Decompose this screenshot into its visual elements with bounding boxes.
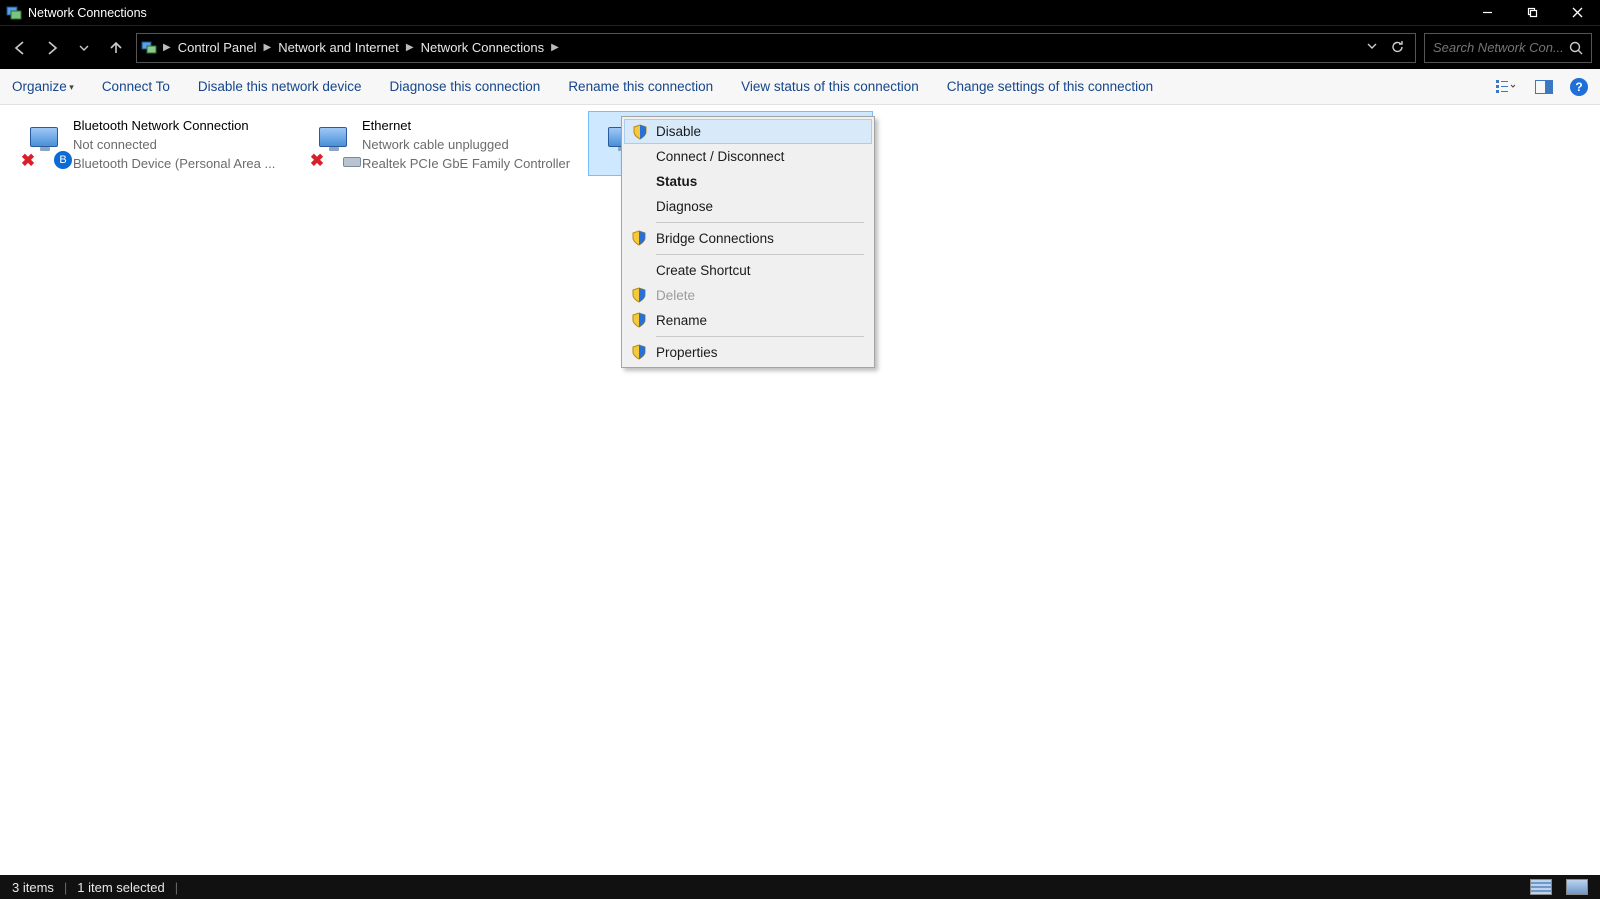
menu-rename[interactable]: Rename <box>624 308 872 333</box>
menu-separator <box>656 336 864 337</box>
change-settings-button[interactable]: Change settings of this connection <box>947 79 1153 94</box>
breadcrumb-sep: ▶ <box>404 42 416 53</box>
menu-label: Create Shortcut <box>656 263 751 278</box>
address-dropdown-button[interactable] <box>1366 40 1378 55</box>
menu-label: Bridge Connections <box>656 231 774 246</box>
bluetooth-overlay-icon: B <box>54 151 72 169</box>
menu-properties[interactable]: Properties <box>624 340 872 365</box>
location-icon <box>141 39 159 57</box>
address-bar[interactable]: ▶ Control Panel ▶ Network and Internet ▶… <box>136 33 1416 63</box>
menu-label: Disable <box>656 124 701 139</box>
menu-diagnose[interactable]: Diagnose <box>624 194 872 219</box>
view-status-button[interactable]: View status of this connection <box>741 79 919 94</box>
statusbar: 3 items | 1 item selected | <box>0 875 1600 899</box>
adapter-name: Ethernet <box>362 117 577 136</box>
ethernet-overlay-icon <box>343 157 361 167</box>
menu-label: Properties <box>656 345 718 360</box>
breadcrumb-sep: ▶ <box>161 42 173 53</box>
disable-device-button[interactable]: Disable this network device <box>198 79 362 94</box>
breadcrumb-sep: ▶ <box>261 42 273 53</box>
shield-icon <box>631 344 647 360</box>
shield-icon <box>631 230 647 246</box>
up-button[interactable] <box>104 36 128 60</box>
rename-button[interactable]: Rename this connection <box>568 79 713 94</box>
status-selected: 1 item selected <box>77 880 164 895</box>
details-view-button[interactable] <box>1530 879 1552 895</box>
organize-button[interactable]: Organize <box>12 79 74 94</box>
menu-separator <box>656 222 864 223</box>
diagnose-button[interactable]: Diagnose this connection <box>389 79 540 94</box>
menu-label: Status <box>656 174 697 189</box>
command-bar: Organize Connect To Disable this network… <box>0 69 1600 105</box>
search-icon <box>1569 41 1583 55</box>
breadcrumb-item[interactable]: Control Panel <box>173 40 262 55</box>
status-count: 3 items <box>12 880 54 895</box>
breadcrumb-item[interactable]: Network and Internet <box>273 40 404 55</box>
window-title: Network Connections <box>28 6 1465 20</box>
refresh-button[interactable] <box>1390 39 1405 57</box>
shield-icon <box>631 287 647 303</box>
forward-button[interactable] <box>40 36 64 60</box>
content-area: ✖B Bluetooth Network Connection Not conn… <box>0 105 1600 875</box>
menu-label: Rename <box>656 313 707 328</box>
menu-label: Diagnose <box>656 199 713 214</box>
adapter-device: Realtek PCIe GbE Family Controller <box>362 155 577 171</box>
adapter-name: Bluetooth Network Connection <box>73 117 288 136</box>
search-box[interactable] <box>1424 33 1592 63</box>
adapter-icon: ✖B <box>17 116 73 171</box>
breadcrumb-sep: ▶ <box>549 42 561 53</box>
adapter-status: Not connected <box>73 136 288 155</box>
menu-status[interactable]: Status <box>624 169 872 194</box>
menu-disable[interactable]: Disable <box>624 119 872 144</box>
status-divider: | <box>175 880 178 895</box>
adapter-device: Bluetooth Device (Personal Area ... <box>73 155 288 171</box>
titlebar: Network Connections <box>0 0 1600 25</box>
shield-icon <box>632 124 648 140</box>
menu-label: Delete <box>656 288 695 303</box>
menu-delete: Delete <box>624 283 872 308</box>
maximize-button[interactable] <box>1510 0 1555 25</box>
adapter-item[interactable]: ✖ Ethernet Network cable unplugged Realt… <box>299 111 584 176</box>
disconnected-overlay-icon: ✖ <box>20 153 36 169</box>
preview-pane-button[interactable] <box>1532 75 1556 99</box>
context-menu: Disable Connect / Disconnect Status Diag… <box>621 116 875 368</box>
menu-label: Connect / Disconnect <box>656 149 784 164</box>
menu-connect-disconnect[interactable]: Connect / Disconnect <box>624 144 872 169</box>
view-options-button[interactable] <box>1494 75 1518 99</box>
menu-create-shortcut[interactable]: Create Shortcut <box>624 258 872 283</box>
back-button[interactable] <box>8 36 32 60</box>
app-icon <box>6 5 22 21</box>
shield-icon <box>631 312 647 328</box>
adapter-status: Network cable unplugged <box>362 136 577 155</box>
menu-separator <box>656 254 864 255</box>
help-button[interactable]: ? <box>1570 78 1588 96</box>
close-button[interactable] <box>1555 0 1600 25</box>
adapter-item[interactable]: ✖B Bluetooth Network Connection Not conn… <box>10 111 295 176</box>
minimize-button[interactable] <box>1465 0 1510 25</box>
disconnected-overlay-icon: ✖ <box>309 153 325 169</box>
navbar: ▶ Control Panel ▶ Network and Internet ▶… <box>0 25 1600 69</box>
status-divider: | <box>64 880 67 895</box>
search-input[interactable] <box>1433 40 1565 55</box>
recent-locations-button[interactable] <box>72 36 96 60</box>
connect-to-button[interactable]: Connect To <box>102 79 170 94</box>
menu-bridge[interactable]: Bridge Connections <box>624 226 872 251</box>
icons-view-button[interactable] <box>1566 879 1588 895</box>
adapter-icon: ✖ <box>306 116 362 171</box>
breadcrumb-item[interactable]: Network Connections <box>416 40 550 55</box>
